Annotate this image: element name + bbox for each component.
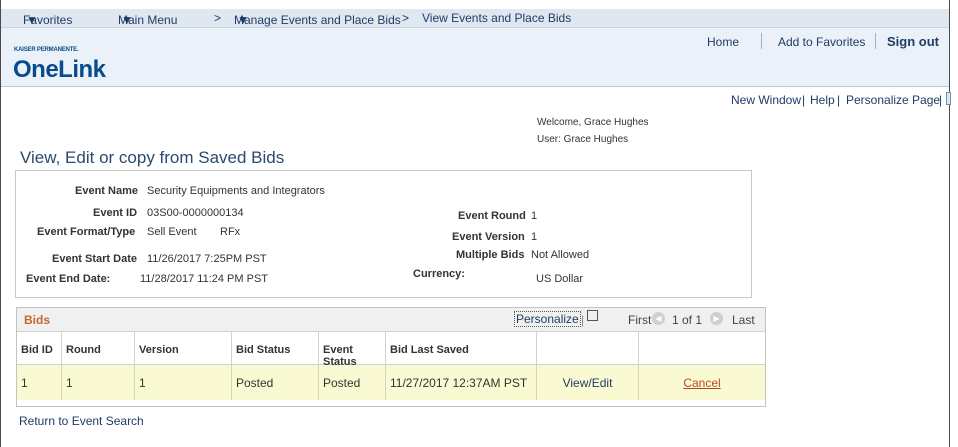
cell-event-status: Posted	[319, 365, 386, 400]
onelink-logo: OneLink	[13, 56, 106, 83]
cell-round: 1	[62, 365, 135, 400]
util-separator: |	[837, 93, 841, 107]
breadcrumb-separator: >	[402, 11, 410, 25]
multiple-bids-label: Multiple Bids	[456, 249, 525, 261]
chevron-down-icon: ▼	[121, 13, 133, 27]
util-separator: |	[802, 93, 806, 107]
event-end-label: Event End Date:	[26, 273, 111, 285]
new-window-icon[interactable]	[587, 310, 598, 321]
kaiser-logo-text: KAISER PERMANENTE.	[14, 47, 79, 53]
page-count: 1 of 1	[672, 313, 703, 327]
event-version-label: Event Version	[452, 231, 525, 243]
cell-bid-status: Posted	[232, 365, 319, 400]
grid-separator: |	[581, 313, 585, 327]
cell-version: 1	[135, 365, 232, 400]
event-start-label: Event Start Date	[52, 253, 137, 265]
cell-bid-id: 1	[17, 365, 62, 400]
event-format-label: Event Format/Type	[37, 226, 136, 238]
event-start-value: 11/26/2017 7:25PM PST	[147, 253, 267, 265]
view-edit-link[interactable]: View/Edit	[563, 376, 613, 390]
breadcrumb-current[interactable]: View Events and Place Bids	[422, 11, 571, 25]
sign-out-link[interactable]: Sign out	[887, 34, 939, 49]
home-link[interactable]: Home	[707, 35, 739, 49]
currency-label: Currency:	[413, 268, 465, 280]
util-separator: |	[939, 93, 943, 107]
event-name-value: Security Equipments and Integrators	[147, 185, 325, 197]
last-label: Last	[732, 313, 755, 327]
user-text: User: Grace Hughes	[537, 134, 629, 145]
divider	[875, 33, 876, 49]
event-type-value: RFx	[220, 226, 241, 238]
welcome-text: Welcome, Grace Hughes	[537, 117, 649, 128]
page-options-icon[interactable]	[946, 92, 951, 105]
chevron-down-icon: ▼	[26, 13, 38, 27]
col-round: Round	[62, 331, 135, 365]
event-id-label: Event ID	[93, 207, 138, 219]
event-end-value: 11/28/2017 11:24 PM PST	[140, 273, 269, 285]
event-id-value: 03S00-0000000134	[147, 207, 244, 219]
next-icon[interactable]: ▶	[710, 312, 723, 325]
cell-view-edit: View/Edit	[537, 365, 639, 400]
personalize-link[interactable]: Personalize	[514, 311, 581, 327]
col-event-status: Event Status	[319, 331, 386, 368]
page-title: View, Edit or copy from Saved Bids	[20, 148, 285, 167]
return-to-event-search-link[interactable]: Return to Event Search	[19, 414, 144, 428]
col-view-edit	[537, 331, 639, 365]
bids-title: Bids	[24, 313, 51, 327]
multiple-bids-value: Not Allowed	[531, 249, 590, 261]
event-round-value: 1	[531, 210, 538, 222]
breadcrumb-separator: >	[214, 11, 222, 25]
col-bid-last-saved: Bid Last Saved	[386, 331, 537, 365]
bids-grid: Bids Personalize | First ◀ 1 of 1 ▶ Last…	[16, 307, 766, 407]
first-label: First	[628, 313, 652, 327]
chevron-down-icon: ▼	[237, 13, 249, 27]
add-to-favorites-link[interactable]: Add to Favorites	[778, 35, 865, 49]
event-name-label: Event Name	[75, 185, 138, 197]
col-bid-status: Bid Status	[232, 331, 319, 365]
cell-cancel: Cancel	[639, 365, 765, 400]
cancel-link[interactable]: Cancel	[683, 376, 720, 390]
divider	[761, 33, 762, 49]
bids-grid-header: Bids Personalize | First ◀ 1 of 1 ▶ Last	[17, 308, 765, 331]
col-bid-id: Bid ID	[17, 331, 62, 365]
currency-value: US Dollar	[536, 273, 584, 285]
event-round-label: Event Round	[458, 210, 526, 222]
help-link[interactable]: Help	[810, 93, 835, 107]
new-window-link[interactable]: New Window	[731, 93, 801, 107]
col-version: Version	[135, 331, 232, 365]
col-cancel	[639, 331, 765, 365]
event-version-value: 1	[531, 231, 538, 243]
event-format-value: Sell Event	[147, 226, 197, 238]
top-nav-bar: Favorites ▼ Main Menu ▼ > Manage Events an…	[1, 9, 949, 28]
previous-icon[interactable]: ◀	[652, 312, 665, 325]
cell-last-saved: 11/27/2017 12:37AM PST	[386, 365, 537, 400]
personalize-page-link[interactable]: Personalize Page	[846, 93, 940, 107]
